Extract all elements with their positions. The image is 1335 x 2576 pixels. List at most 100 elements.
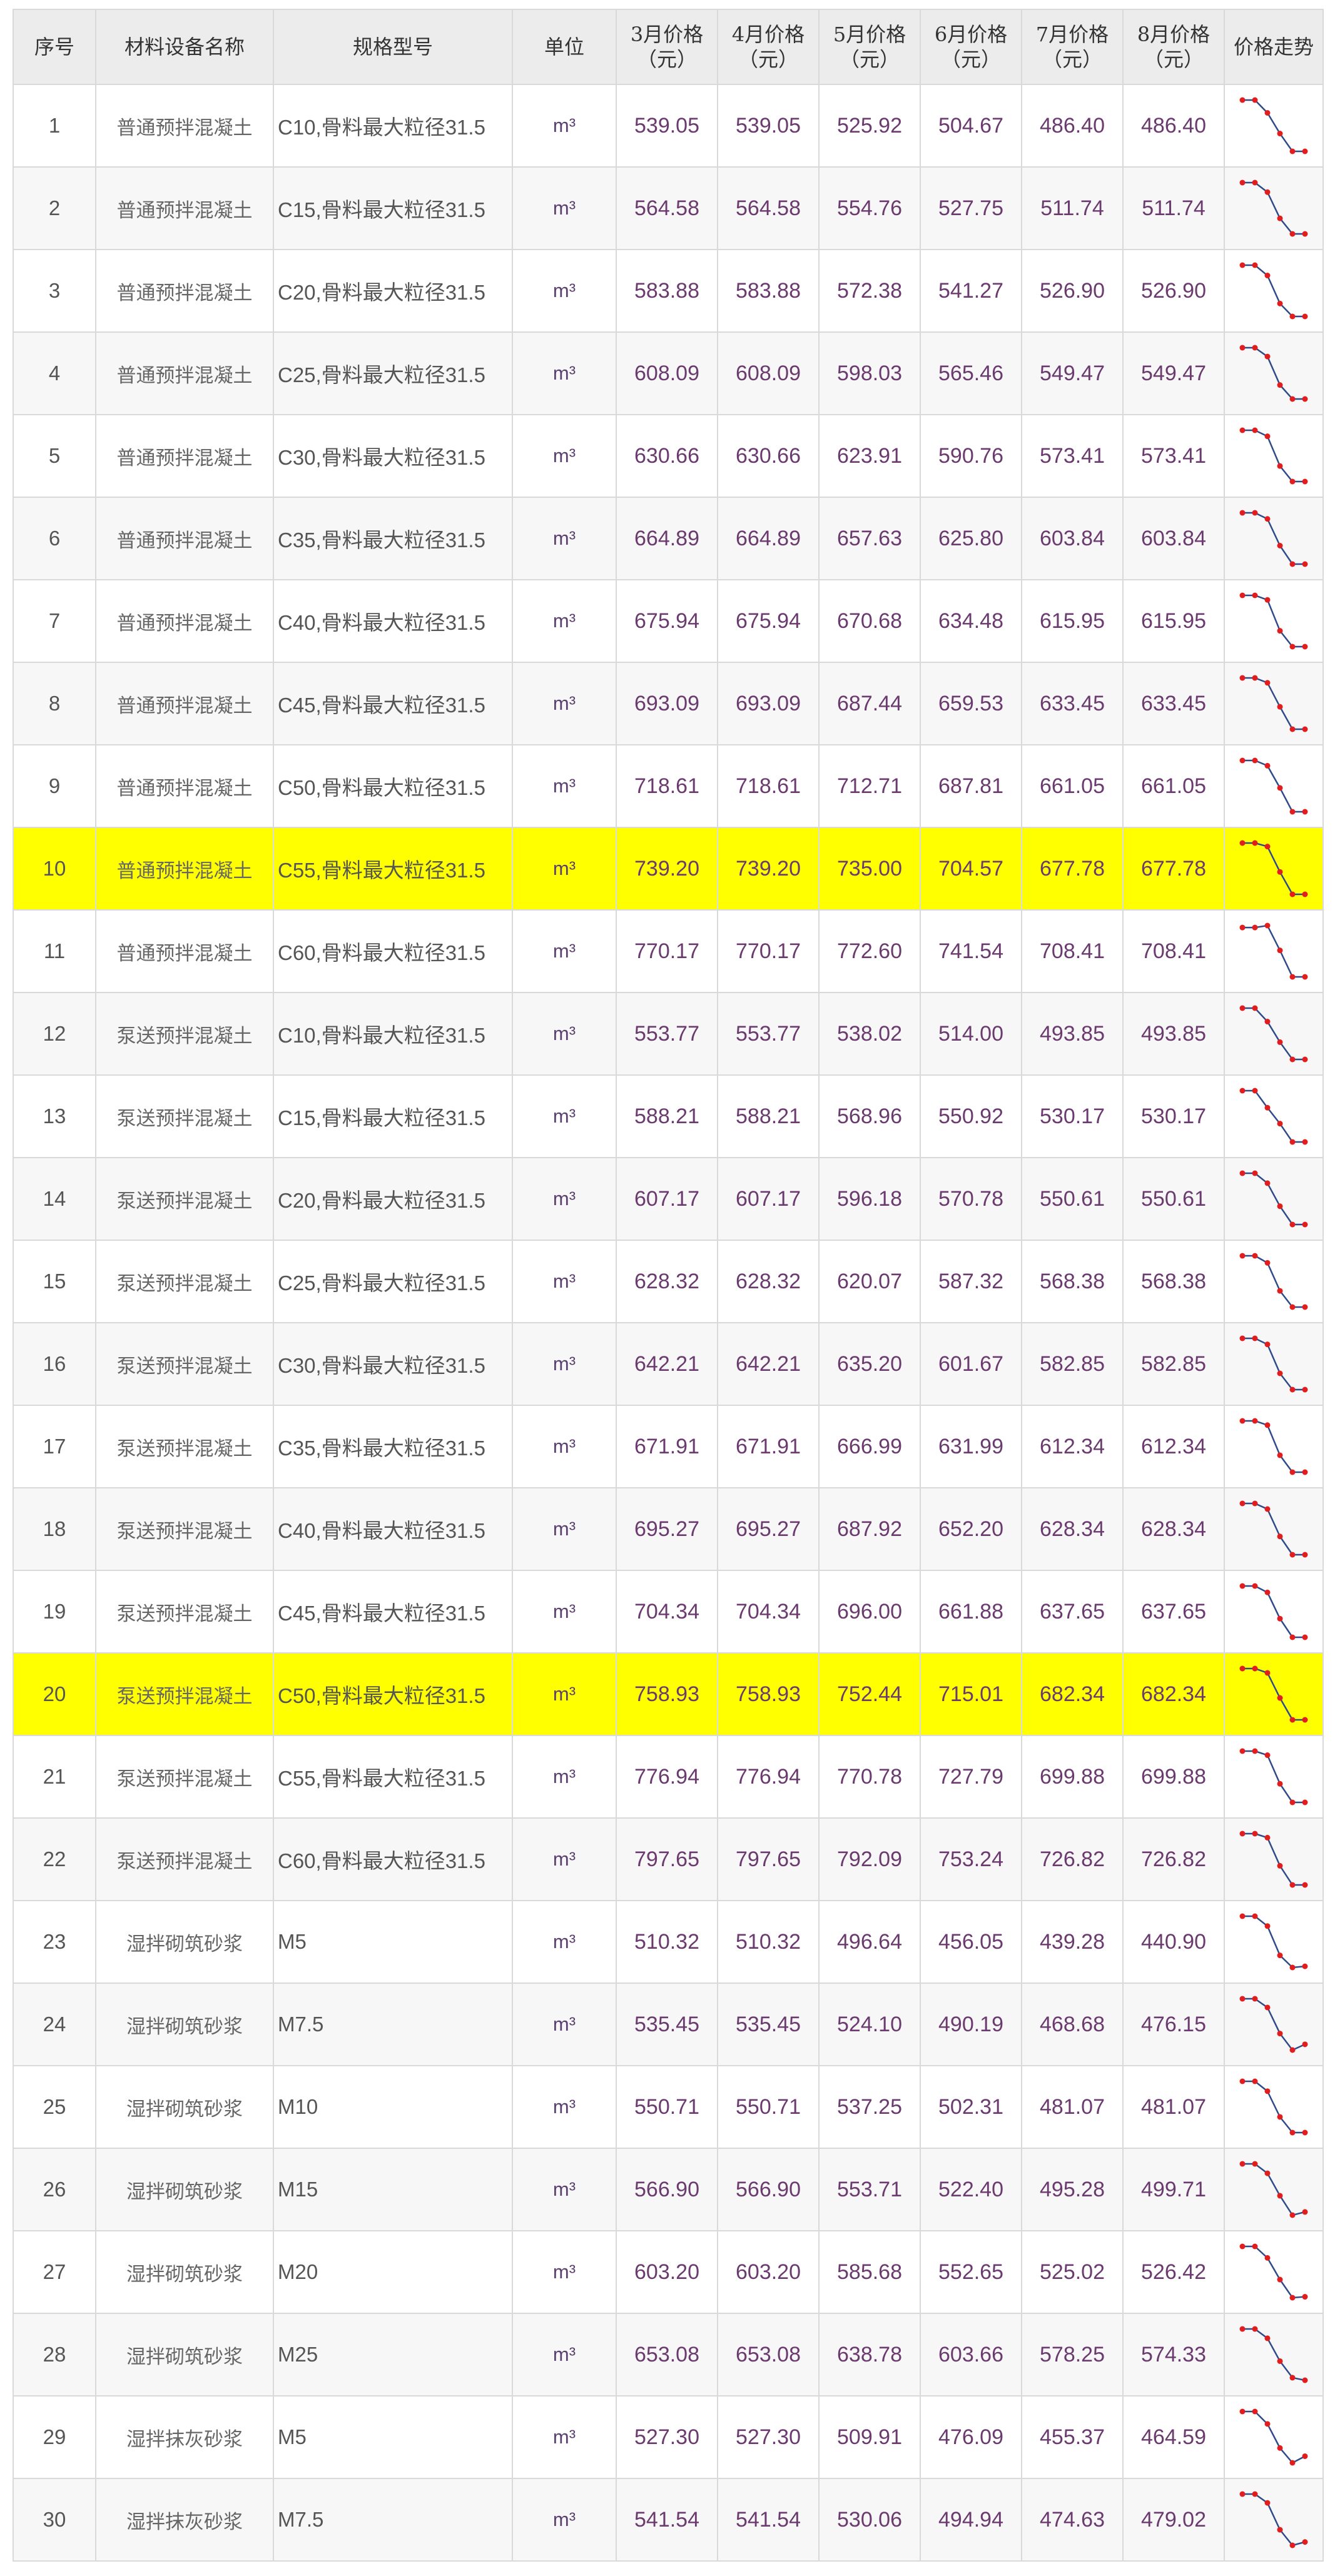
price-jun: 552.65 [920, 2230, 1022, 2314]
sparkline-chart [1239, 1088, 1308, 1145]
sparkline-point-may [1264, 2335, 1271, 2341]
sparkline-point-jun [1277, 382, 1283, 388]
price-jul: 526.90 [1021, 249, 1124, 333]
sparkline-point-jul [1289, 1139, 1296, 1145]
sparkline-point-jun [1277, 543, 1283, 549]
row-index: 16 [13, 1322, 96, 1406]
sparkline-point-mar [1239, 1335, 1246, 1341]
row-index: 30 [13, 2478, 96, 2562]
sparkline-point-mar [1239, 1831, 1246, 1837]
price-jul: 708.41 [1021, 909, 1124, 993]
price-trend-sparkline [1224, 1240, 1324, 1323]
price-mar: 630.66 [616, 414, 718, 498]
price-may: 554.76 [818, 166, 921, 250]
price-mar: 603.20 [616, 2230, 718, 2314]
sparkline-point-apr [1252, 757, 1258, 764]
price-jul: 603.84 [1021, 497, 1124, 580]
price-jul: 549.47 [1021, 331, 1124, 415]
price-may: 568.96 [818, 1074, 921, 1158]
sparkline-point-jun [1277, 463, 1283, 469]
price-jun: 504.67 [920, 84, 1022, 168]
sparkline-point-aug [1302, 974, 1308, 980]
sparkline-line [1242, 2163, 1306, 2216]
price-trend-sparkline [1224, 1074, 1324, 1158]
sparkline-point-apr [1252, 1748, 1258, 1754]
spec-model: C15,骨料最大粒径31.5 [273, 166, 513, 250]
row-index: 4 [13, 331, 96, 415]
row-index: 3 [13, 249, 96, 333]
sparkline-point-jul [1289, 1304, 1296, 1310]
table-row: 30 湿拌抹灰砂浆 M7.5 m³ 541.54 541.54 530.06 494.94 47… [13, 2478, 1324, 2562]
price-may: 572.38 [818, 249, 921, 333]
material-name: 普通预拌混凝土 [95, 331, 274, 415]
sparkline-line [1242, 1089, 1305, 1143]
price-jul: 550.61 [1021, 1157, 1124, 1241]
price-apr: 583.88 [717, 249, 820, 333]
header-material-name: 材料设备名称 [95, 9, 274, 85]
sparkline-point-apr [1252, 2408, 1258, 2415]
sparkline-point-apr [1252, 427, 1258, 433]
price-may: 496.64 [818, 1900, 921, 1984]
material-name: 泵送预拌混凝土 [95, 1817, 274, 1901]
sparkline-chart [1239, 1665, 1308, 1723]
sparkline-point-may [1264, 1104, 1271, 1111]
price-mar: 541.54 [616, 2478, 718, 2562]
unit: m³ [512, 992, 617, 1076]
price-apr: 675.94 [717, 579, 820, 663]
price-jun: 587.32 [920, 1240, 1022, 1323]
table-row: 25 湿拌砌筑砂浆 M10 m³ 550.71 550.71 537.25 502.31 481… [13, 2065, 1324, 2149]
row-index: 7 [13, 579, 96, 663]
sparkline-point-may [1264, 1341, 1271, 1348]
row-index: 18 [13, 1487, 96, 1571]
price-jun: 659.53 [920, 662, 1022, 745]
price-aug: 603.84 [1122, 497, 1225, 580]
sparkline-chart [1239, 757, 1308, 815]
sparkline-point-mar [1239, 1500, 1246, 1507]
price-mar: 564.58 [616, 166, 718, 250]
sparkline-point-jul [1289, 2047, 1296, 2053]
sparkline-point-jul [1289, 1882, 1296, 1888]
row-index: 10 [13, 827, 96, 911]
sparkline-line [1242, 2493, 1306, 2547]
sparkline-point-mar [1239, 2161, 1246, 2167]
price-aug: 486.40 [1122, 84, 1225, 168]
price-jun: 494.94 [920, 2478, 1022, 2562]
sparkline-line [1242, 1585, 1305, 1639]
sparkline-chart [1239, 1831, 1308, 1888]
price-mar: 553.77 [616, 992, 718, 1076]
price-apr: 535.45 [717, 1983, 820, 2066]
sparkline-point-jul [1289, 1469, 1296, 1475]
sparkline-point-mar [1239, 179, 1246, 186]
price-aug: 612.34 [1122, 1405, 1225, 1488]
sparkline-chart [1239, 2491, 1308, 2548]
sparkline-line [1242, 181, 1305, 235]
unit: m³ [512, 84, 617, 168]
unit: m³ [512, 2230, 617, 2314]
price-may: 770.78 [818, 1735, 921, 1819]
price-apr: 608.09 [717, 331, 820, 415]
price-jul: 530.17 [1021, 1074, 1124, 1158]
sparkline-point-jun [1277, 1039, 1283, 1045]
sparkline-point-apr [1252, 675, 1258, 681]
sparkline-point-aug [1302, 1469, 1308, 1475]
sparkline-point-mar [1239, 2243, 1246, 2250]
price-may: 666.99 [818, 1405, 921, 1488]
unit: m³ [512, 827, 617, 911]
spec-model: C35,骨料最大粒径31.5 [273, 497, 513, 580]
price-jun: 652.20 [920, 1487, 1022, 1571]
price-mar: 664.89 [616, 497, 718, 580]
sparkline-point-mar [1239, 2491, 1246, 2497]
spec-model: C50,骨料最大粒径31.5 [273, 1652, 513, 1736]
unit: m³ [512, 579, 617, 663]
sparkline-point-aug [1302, 1386, 1308, 1393]
price-jul: 633.45 [1021, 662, 1124, 745]
sparkline-point-jul [1289, 644, 1296, 650]
sparkline-point-may [1264, 273, 1271, 279]
price-aug: 479.02 [1122, 2478, 1225, 2562]
sparkline-point-aug [1302, 2377, 1308, 2383]
sparkline-point-jun [1277, 1780, 1283, 1787]
price-mar: 758.93 [616, 1652, 718, 1736]
sparkline-point-aug [1302, 478, 1308, 485]
sparkline-point-apr [1252, 345, 1258, 351]
price-jun: 490.19 [920, 1983, 1022, 2066]
